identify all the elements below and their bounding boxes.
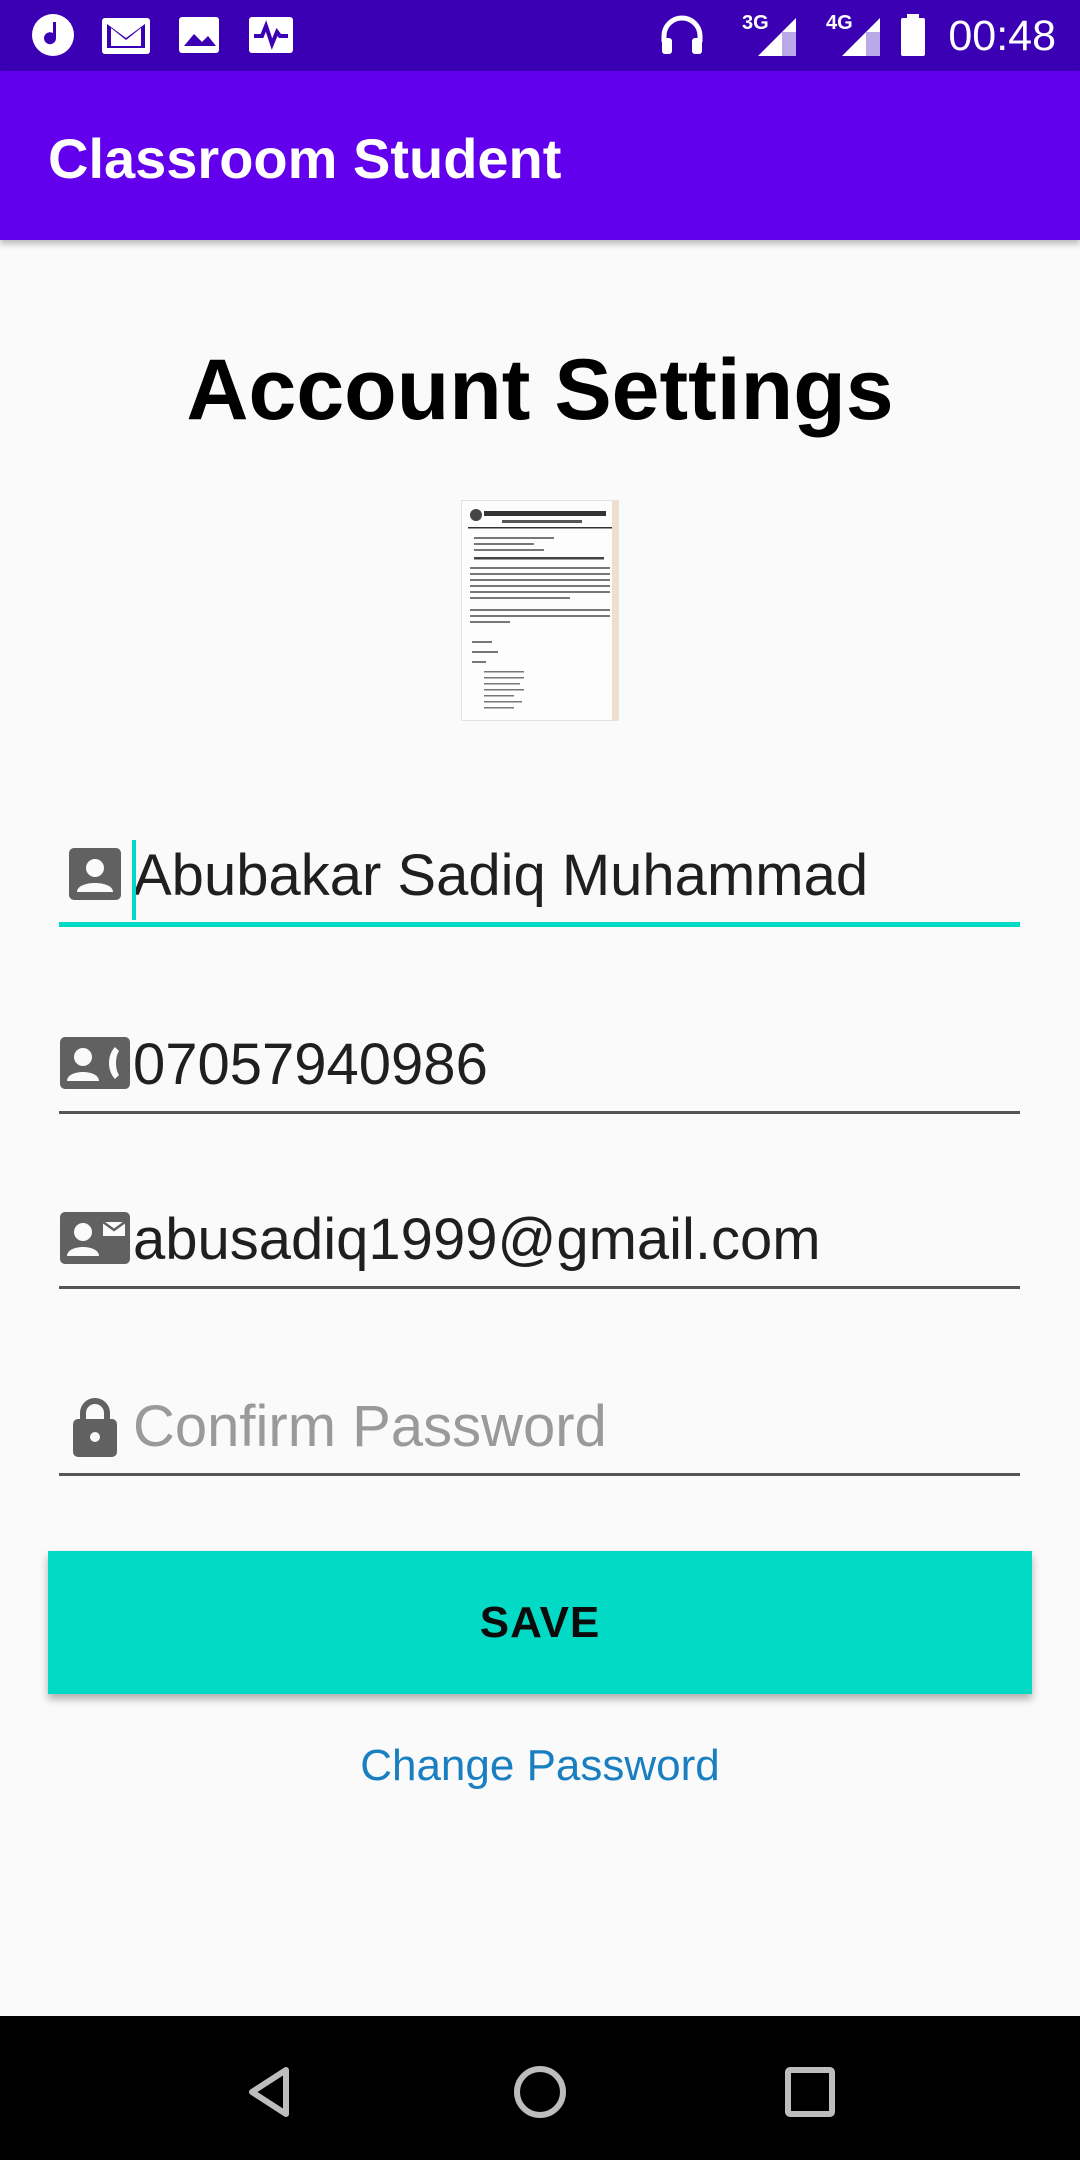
save-button[interactable]: SAVE: [48, 1551, 1032, 1694]
gallery-icon: [179, 17, 219, 53]
email-field[interactable]: [59, 1196, 1020, 1289]
lock-icon: [73, 1398, 117, 1457]
pulse-icon: [249, 17, 293, 53]
home-icon[interactable]: [500, 2052, 580, 2132]
profile-image[interactable]: [461, 500, 619, 721]
confirm-password-field[interactable]: [59, 1383, 1020, 1476]
app-title: Classroom Student: [48, 127, 562, 190]
headphones-icon: [661, 15, 703, 54]
email-input[interactable]: [133, 1196, 1013, 1282]
back-icon[interactable]: [230, 2052, 310, 2132]
page-title: Account Settings: [186, 342, 894, 438]
name-field[interactable]: [59, 832, 1020, 927]
status-bar: 3G 4G 00:48: [0, 0, 1080, 71]
music-icon: [32, 14, 74, 56]
gmail-icon: [102, 18, 150, 54]
phone-field[interactable]: [59, 1021, 1020, 1114]
app-bar: Classroom Student: [0, 71, 1080, 240]
phone-input[interactable]: [133, 1021, 1013, 1107]
signal-icon: [842, 18, 880, 56]
text-cursor: [132, 840, 136, 920]
contact-phone-icon: [60, 1037, 130, 1089]
document-thumbnail-icon: [462, 501, 618, 720]
account-box-icon: [69, 848, 121, 900]
contact-mail-icon: [60, 1212, 130, 1264]
recents-icon[interactable]: [770, 2052, 850, 2132]
name-input[interactable]: [133, 832, 1013, 918]
battery-icon: [901, 14, 925, 56]
signal-icon: [758, 18, 796, 56]
status-time: 00:48: [948, 12, 1056, 60]
change-password-link[interactable]: Change Password: [0, 1738, 1080, 1794]
navigation-bar: [0, 2016, 1080, 2160]
confirm-password-input[interactable]: [133, 1383, 1013, 1469]
